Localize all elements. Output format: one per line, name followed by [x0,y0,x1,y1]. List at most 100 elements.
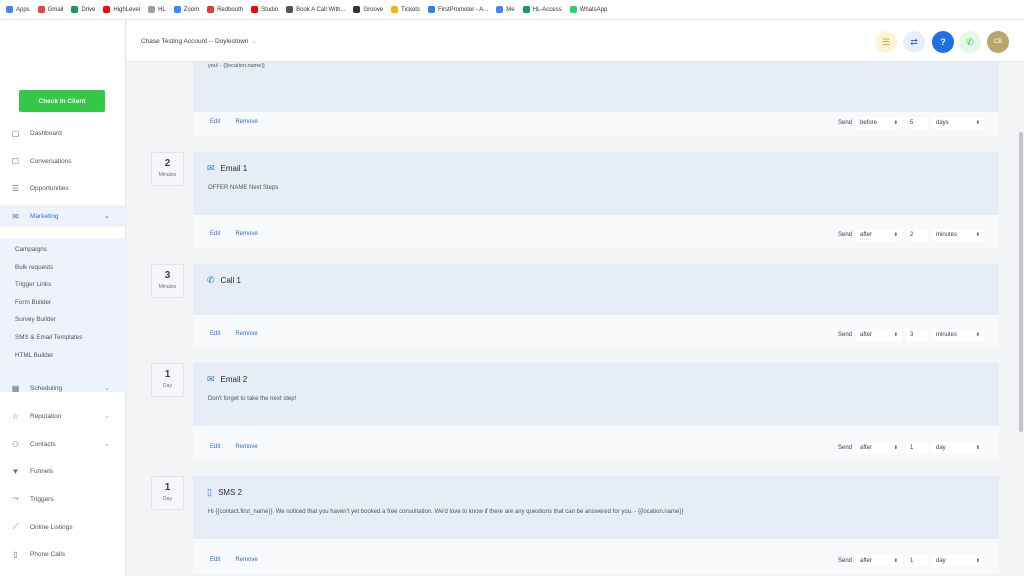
sidebar-item-dashboard[interactable]: ▢ Dashboard [0,122,126,144]
zoom-icon [173,6,181,13]
bookmark-label: FirstPromoter - A... [437,6,489,13]
bookmark-label: Drive [81,6,96,13]
bookmark-whatsapp[interactable]: WhatsApp [569,6,607,13]
bookmark-hl[interactable]: HL [148,6,166,13]
account-switcher[interactable]: Chase Testing Account -- Doylestown ⌄ [141,37,257,45]
card-title-text: SMS 2 [217,488,242,497]
campaign-steps: Thanks for claiming our {{custom_values.… [127,62,1018,576]
globe-icon [148,6,156,13]
bookmark-hl-access[interactable]: HL-Access [522,6,562,13]
transfer-button[interactable]: ⇄ [903,31,925,53]
submenu-item-survey-builder[interactable]: Survey Builder [15,316,56,323]
remove-link[interactable]: Remove [235,119,257,125]
submenu-item-trigger-links[interactable]: Trigger Links [15,281,51,288]
count-input[interactable]: 1 [906,442,928,454]
sidebar-item-label: Conversations [30,157,72,165]
sidebar-item-opportunities[interactable]: ☰ Opportunities [0,177,126,199]
bookmark-label: Me [506,6,515,13]
remove-link[interactable]: Remove [235,331,257,337]
edit-link[interactable]: Edit [210,444,220,450]
sidebar-item-reputation[interactable]: ☆ Reputation ⌄ [0,405,126,427]
bookmark-me[interactable]: Me [496,6,515,13]
bookmark-studio[interactable]: Studio [251,6,278,13]
phone-icon: ▯ [13,549,18,559]
sidebar-item-phone-calls[interactable]: ▯ Phone Calls [0,543,126,565]
when-select[interactable]: after ⬍ [856,229,902,241]
delay-unit: Day [163,383,172,389]
bookmark-apps[interactable]: Apps [6,6,30,13]
bookmark-highlevel[interactable]: HighLevel [103,6,140,13]
edit-link[interactable]: Edit [210,331,220,337]
sms-icon: ▯ [207,487,212,497]
remove-link[interactable]: Remove [235,444,257,450]
card-title: ✆ Call 1 [207,275,241,286]
sidebar-item-online-listings[interactable]: ⟋ Online Listings [0,516,126,538]
submenu-item-campaigns[interactable]: Campaigns [15,246,47,253]
scrollbar-thumb[interactable] [1019,132,1023,432]
when-select[interactable]: after ⬍ [856,555,902,567]
card-body: Don't forget to take the next step! [208,396,296,402]
unit-select[interactable]: days ⬍ [932,117,984,129]
bookmark-groove[interactable]: Groove [353,6,383,13]
card-content [193,363,999,426]
submenu-item-form-builder[interactable]: Form Builder [15,299,51,306]
unit-select[interactable]: minutes ⬍ [932,229,984,241]
when-value: after [860,558,873,564]
bookmark-drive[interactable]: Drive [71,6,95,13]
sidebar-item-funnels[interactable]: ▼ Funnels [0,460,126,482]
unit-select[interactable]: minutes ⬍ [932,329,984,341]
bookmark-book-a-call-with[interactable]: Book A Call With... [286,6,345,13]
sidebar-item-triggers[interactable]: ⤳ Triggers [0,488,126,510]
bookmark-firstpromoter-a[interactable]: FirstPromoter - A... [427,6,489,13]
chevron-down-icon: ⌄ [104,413,110,420]
sidebar-item-conversations[interactable]: ☐ Conversations [0,150,126,172]
count-value: 5 [910,120,914,126]
when-select[interactable]: after ⬍ [856,329,902,341]
sidebar-item-scheduling[interactable]: ▦ Scheduling ⌄ [0,377,126,399]
unit-select[interactable]: day ⬍ [932,442,984,454]
check-in-client-button[interactable]: Check In Client [19,90,105,112]
remove-link[interactable]: Remove [235,231,257,237]
step-delay-badge: 1 Day [151,363,184,397]
sidebar-item-label: Funnels [30,467,54,475]
when-select[interactable]: before ⬍ [856,117,902,129]
unit-select[interactable]: day ⬍ [932,555,984,567]
bookmark-redbooth[interactable]: Redbooth [207,6,243,13]
count-input[interactable]: 3 [906,329,928,341]
bookmark-label: Tickets [401,6,420,13]
avatar[interactable]: CB [987,31,1009,53]
when-value: before [860,120,878,126]
edit-link[interactable]: Edit [210,119,220,125]
sidebar-item-contacts[interactable]: ⚇ Contacts ⌄ [0,433,126,455]
bookmark-zoom[interactable]: Zoom [173,6,199,13]
step-card: Thanks for claiming our {{custom_values.… [193,62,999,136]
submenu-item-bulk-requests[interactable]: Bulk requests [15,264,53,271]
count-input[interactable]: 2 [906,229,928,241]
remove-link[interactable]: Remove [235,557,257,563]
edit-link[interactable]: Edit [210,557,220,563]
when-select[interactable]: after ⬍ [856,442,902,454]
help-button[interactable]: ? [932,31,954,53]
edit-link[interactable]: Edit [210,231,220,237]
delay-unit: Day [163,496,172,502]
count-input[interactable]: 1 [906,555,928,567]
updown-icon: ⬍ [975,232,980,238]
bookmark-tickets[interactable]: Tickets [391,6,420,13]
opportunities-icon: ☰ [11,183,20,193]
phone-button[interactable]: ✆ [959,31,981,53]
top-header: Chase Testing Account -- Doylestown ⌄ CB … [127,20,1024,62]
updown-icon: ⬍ [893,232,898,238]
list-button[interactable]: ☰ [875,31,897,53]
sidebar-item-marketing[interactable]: ✉ Marketing ⌄ [0,205,126,227]
when-value: after [860,232,873,238]
bookmark-gmail[interactable]: Gmail [37,6,63,13]
marketing-icon: ✉ [12,211,19,221]
count-value: 1 [910,445,914,451]
count-value: 2 [910,232,914,238]
sidebar-item-label: Reputation [30,412,62,420]
chevron-down-icon: ⌄ [251,38,257,45]
count-input[interactable]: 5 [906,117,928,129]
submenu-item-html-builder[interactable]: HTML Builder [15,352,53,359]
account-name: Chase Testing Account -- Doylestown [141,38,249,45]
submenu-item-sms-email-templates[interactable]: SMS & Email Templates [15,334,82,341]
